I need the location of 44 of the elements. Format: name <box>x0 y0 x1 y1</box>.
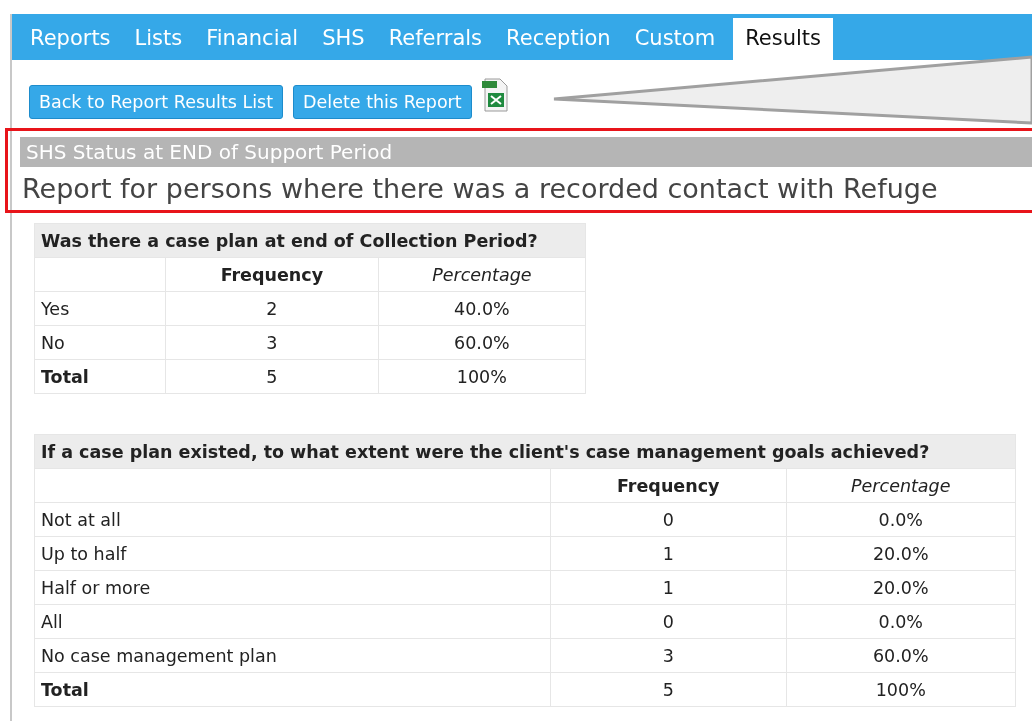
table-cell: 100% <box>378 359 586 394</box>
table-cell: No <box>34 325 166 360</box>
report-title: SHS Status at END of Support Period <box>20 137 1032 167</box>
spreadsheet-icon[interactable] <box>481 78 508 112</box>
table-cell: Total <box>34 359 166 394</box>
nav-tab[interactable]: Reports <box>18 18 123 60</box>
action-button[interactable]: Delete this Report <box>293 85 472 119</box>
table-cell: 5 <box>550 672 786 707</box>
nav-tab[interactable]: Financial <box>194 18 311 60</box>
table-cell: 40.0% <box>378 291 586 326</box>
table-cell: 20.0% <box>786 536 1016 571</box>
table-cell: Half or more <box>34 570 551 605</box>
table-cell: 20.0% <box>786 570 1016 605</box>
table-cell: 0.0% <box>786 502 1016 537</box>
nav-tab[interactable]: Results <box>733 18 833 60</box>
column-header: Frequency <box>165 257 379 292</box>
action-button[interactable]: Back to Report Results List <box>29 85 284 119</box>
table-cell: 1 <box>550 570 786 605</box>
table-cell: Up to half <box>34 536 551 571</box>
table-cell: 0 <box>550 604 786 639</box>
table-cell: 3 <box>550 638 786 673</box>
table-cell: Yes <box>34 291 166 326</box>
table-cell: 1 <box>550 536 786 571</box>
table-cell: 5 <box>165 359 379 394</box>
table-title: Was there a case plan at end of Collection Period? <box>34 223 586 258</box>
table-cell: Not at all <box>34 502 551 537</box>
column-header: Percentage <box>786 468 1016 503</box>
nav-tab[interactable]: Lists <box>122 18 195 60</box>
nav-tab[interactable]: Referrals <box>376 18 495 60</box>
table-cell: 100% <box>786 672 1016 707</box>
table-cell: 3 <box>165 325 379 360</box>
table-title: If a case plan existed, to what extent were the client's case management goals achieved? <box>34 434 1016 469</box>
table-cell: 0 <box>550 502 786 537</box>
report-subtitle: Report for persons where there was a recorded contact with Refuge <box>21 172 939 204</box>
table-cell: Total <box>34 672 551 707</box>
column-header: Frequency <box>550 468 786 503</box>
table-cell: 60.0% <box>786 638 1016 673</box>
table-cell: 2 <box>165 291 379 326</box>
table-cell: All <box>34 604 551 639</box>
table-cell: 0.0% <box>786 604 1016 639</box>
column-header: Percentage <box>378 257 586 292</box>
table-cell: 60.0% <box>378 325 586 360</box>
nav-tab[interactable]: SHS <box>310 18 377 60</box>
table-cell: No case management plan <box>34 638 551 673</box>
